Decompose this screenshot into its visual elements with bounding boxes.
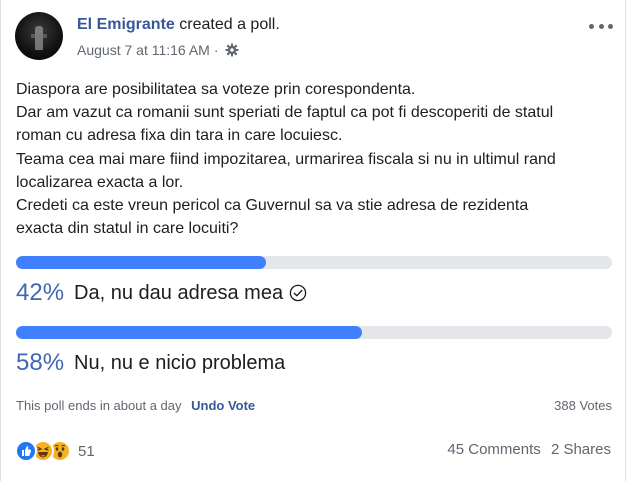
poll-option-row[interactable]: 42% Da, nu dau adresa mea: [16, 278, 307, 308]
post-body-line: exacta din statul in care locuiti?: [16, 220, 239, 238]
engagement-counts: 45 Comments 2 Shares: [447, 441, 611, 458]
poll-footer: This poll ends in about a day Undo Vote …: [16, 398, 612, 416]
poll-bar-fill: [16, 256, 267, 269]
voted-check-icon: [289, 284, 307, 302]
post-body-line: localizarea exacta a lor.: [16, 173, 184, 191]
post-body-line: Teama cea mai mare fiind impozitarea, ur…: [16, 150, 556, 168]
post-body-line: Dar am vazut ca romanii sunt speriati de…: [16, 104, 554, 122]
avatar[interactable]: [15, 12, 63, 60]
shares-count-link[interactable]: 2 Shares: [551, 441, 611, 458]
poll-option-label: Nu, nu e nicio problema: [74, 351, 286, 374]
poll-bar-track: [16, 256, 612, 269]
poll-bar-fill: [16, 326, 362, 339]
avatar-figure-arms: [31, 34, 47, 38]
reactions-summary[interactable]: 51: [15, 438, 95, 464]
poll-option-label: Da, nu dau adresa mea: [74, 281, 284, 304]
like-icon: [15, 440, 37, 462]
post-action-text: created a poll.: [179, 16, 280, 33]
poll-option-row[interactable]: 58% Nu, nu e nicio problema: [16, 348, 285, 378]
avatar-figure: [35, 26, 43, 50]
poll-post: El Emigrante created a poll. August 7 at…: [0, 0, 626, 481]
comments-count-link[interactable]: 45 Comments: [447, 441, 540, 458]
author-name[interactable]: El Emigrante: [77, 16, 175, 33]
gear-icon[interactable]: [225, 43, 239, 57]
poll-ends-text: This poll ends in about a day: [16, 398, 182, 413]
meta-separator: ·: [213, 42, 219, 58]
poll-percent: 58%: [16, 349, 65, 376]
post-timestamp[interactable]: August 7 at 11:16 AM: [77, 42, 210, 58]
poll-bar-track: [16, 326, 612, 339]
poll-percent: 42%: [16, 279, 65, 306]
post-body-line: Diaspora are posibilitatea sa voteze pri…: [16, 81, 416, 98]
post-body-line: roman cu adresa fixa din tara in care lo…: [16, 127, 343, 145]
undo-vote-link[interactable]: Undo Vote: [191, 398, 255, 413]
post-header: El Emigrante created a poll. August 7 at…: [15, 12, 615, 64]
post-body: Diaspora are posibilitatea sa voteze pri…: [16, 78, 616, 240]
post-body-line: Credeti ca este vreun pericol ca Guvernu…: [16, 197, 529, 215]
post-title-line: El Emigrante created a poll.: [77, 16, 280, 34]
vote-count[interactable]: 388 Votes: [554, 398, 612, 413]
reaction-count: 51: [78, 442, 95, 460]
post-meta: August 7 at 11:16 AM ·: [77, 42, 239, 58]
more-options-icon[interactable]: [589, 18, 613, 34]
